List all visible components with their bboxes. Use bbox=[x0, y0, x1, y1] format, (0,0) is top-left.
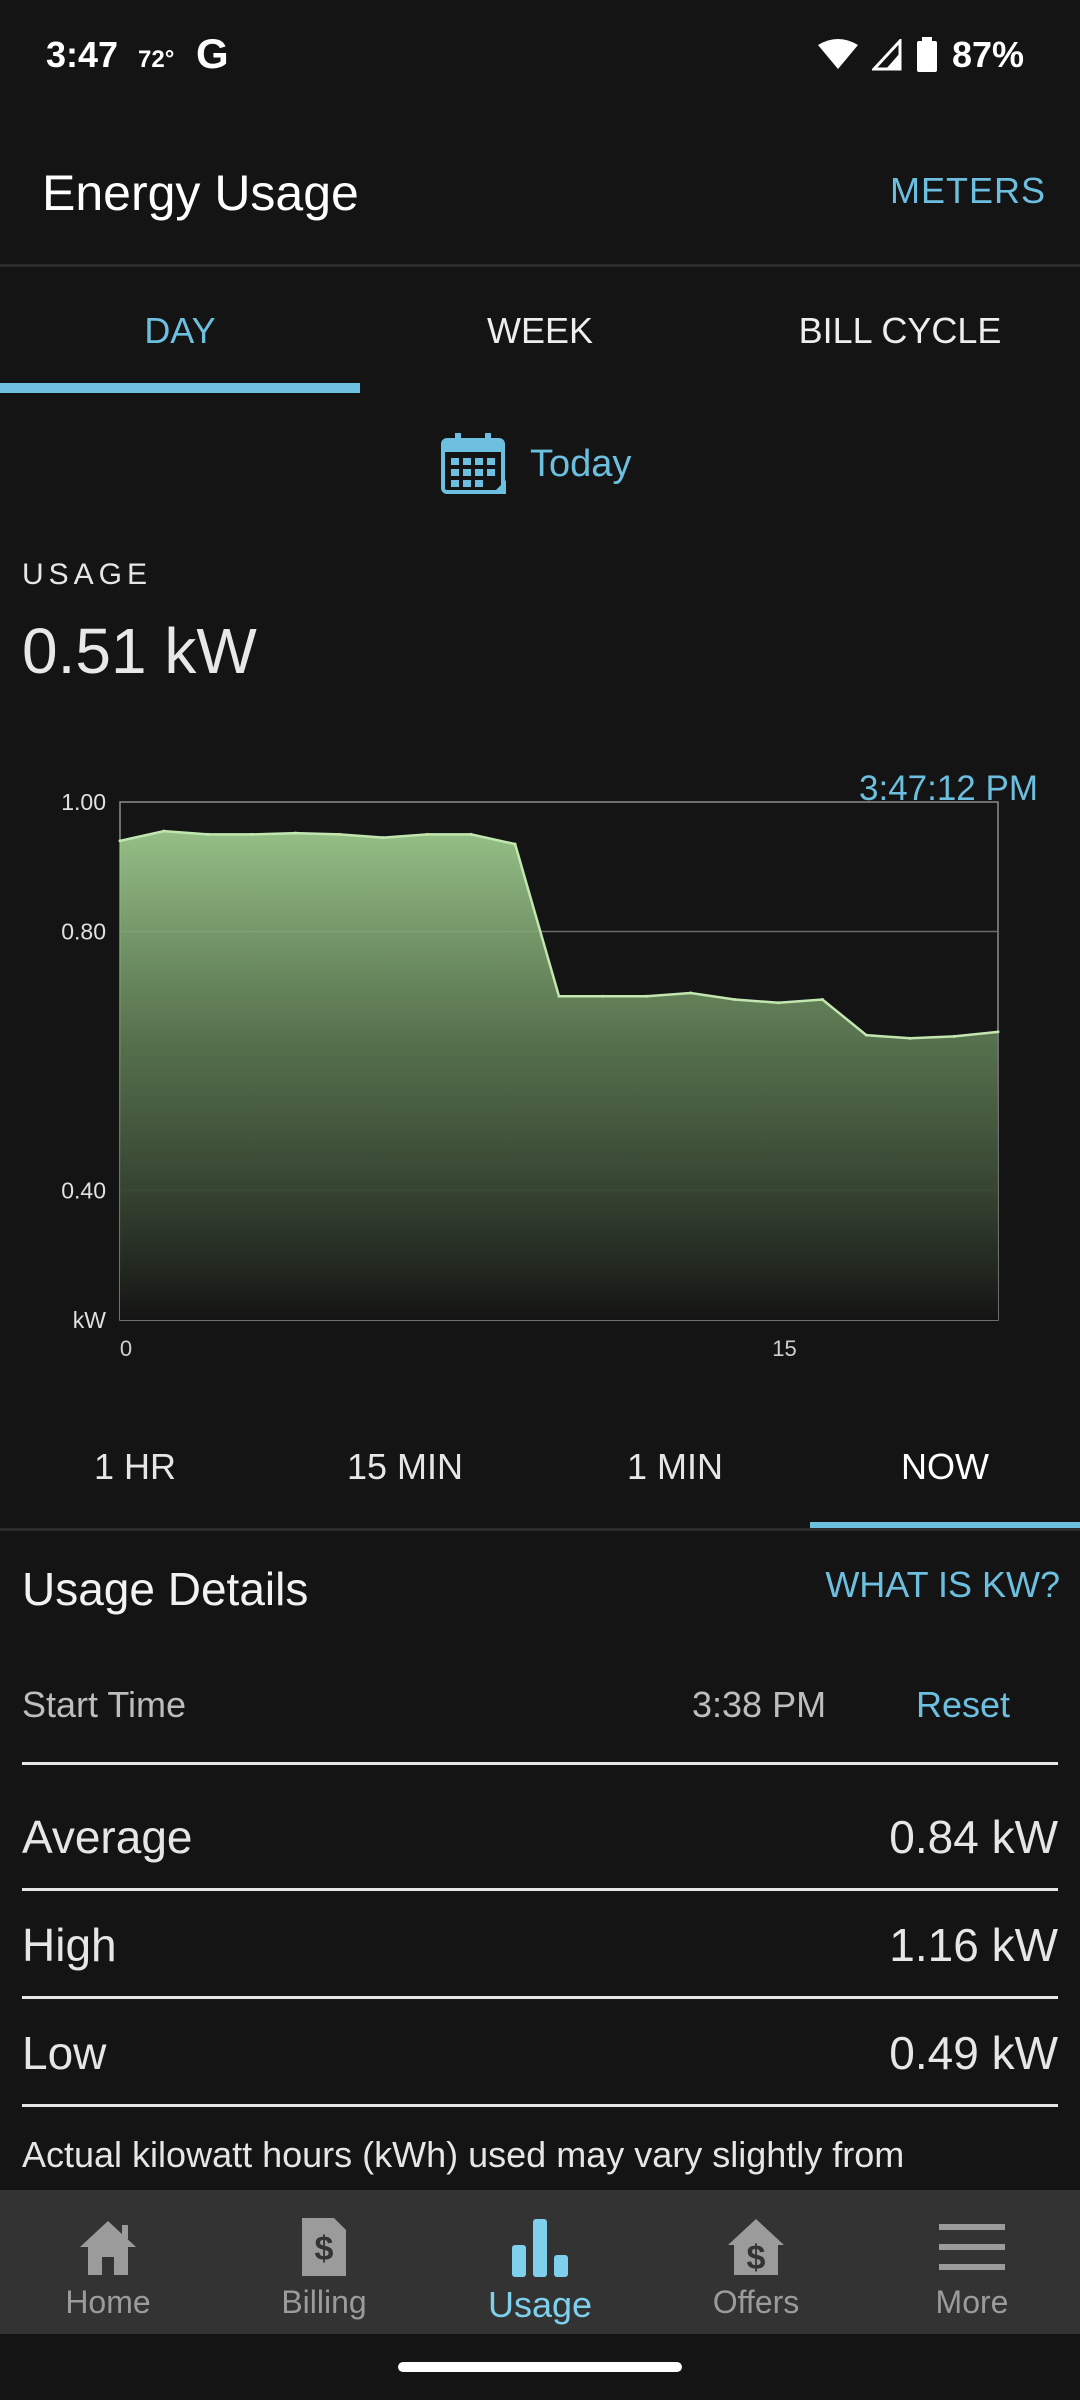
high-value: 1.16 kW bbox=[889, 1919, 1058, 1971]
nav-more-label: More bbox=[935, 2284, 1009, 2320]
usage-point bbox=[601, 994, 605, 998]
usage-point bbox=[820, 997, 824, 1001]
usage-point bbox=[777, 1001, 780, 1005]
cell-signal-icon bbox=[871, 39, 902, 71]
usage-point bbox=[952, 1034, 956, 1038]
google-icon: G bbox=[196, 30, 229, 77]
usage-area bbox=[120, 831, 998, 1320]
details-divider bbox=[22, 1888, 1058, 1891]
svg-text:$: $ bbox=[315, 2230, 334, 2268]
usage-point bbox=[425, 832, 429, 836]
start-time-value: 3:38 PM bbox=[692, 1684, 827, 1725]
details-divider bbox=[22, 1996, 1058, 1999]
usage-point bbox=[557, 994, 561, 998]
what-is-kw-button[interactable]: WHAT IS KW? bbox=[825, 1564, 1060, 1606]
usage-chart: 1.00 0.80 0.40 kW 0 15 3:47:12 PM bbox=[61, 769, 1038, 1360]
menu-icon bbox=[939, 2224, 1005, 2270]
details-divider bbox=[22, 1762, 1058, 1765]
wifi-icon bbox=[817, 39, 858, 69]
y-tick-label: 0.80 bbox=[61, 919, 106, 945]
usage-point bbox=[996, 1030, 1000, 1034]
usage-point bbox=[733, 997, 737, 1001]
battery-icon bbox=[916, 37, 937, 72]
app-bar-divider bbox=[0, 264, 1080, 267]
bar-chart-icon bbox=[512, 2219, 568, 2277]
nav-offers[interactable]: $ Offers bbox=[648, 2190, 864, 2334]
usage-note: Actual kilowatt hours (kWh) used may var… bbox=[22, 2134, 905, 2175]
start-time-label: Start Time bbox=[22, 1684, 187, 1725]
usage-point bbox=[250, 832, 254, 836]
x-tick-label: 0 bbox=[120, 1336, 132, 1360]
x-tick-label: 15 bbox=[772, 1336, 796, 1360]
nav-offers-label: Offers bbox=[712, 2284, 800, 2320]
y-tick-label: 0.40 bbox=[61, 1178, 106, 1204]
usage-point bbox=[118, 839, 122, 843]
details-divider bbox=[22, 2104, 1058, 2107]
average-value: 0.84 kW bbox=[889, 1811, 1058, 1863]
usage-point bbox=[294, 831, 298, 835]
nav-billing-label: Billing bbox=[281, 2284, 367, 2320]
bill-icon: $ bbox=[302, 2218, 346, 2276]
nav-home-label: Home bbox=[65, 2284, 151, 2320]
date-label: Today bbox=[530, 442, 632, 485]
page-title: Energy Usage bbox=[42, 165, 359, 221]
interval-tab-now[interactable]: NOW bbox=[810, 1446, 1080, 1488]
y-axis-label: kW bbox=[73, 1307, 107, 1333]
nav-home[interactable]: Home bbox=[0, 2190, 216, 2334]
high-label: High bbox=[22, 1919, 117, 1971]
usage-details-title: Usage Details bbox=[22, 1563, 309, 1615]
low-label: Low bbox=[22, 2027, 107, 2079]
average-label: Average bbox=[22, 1811, 193, 1863]
usage-point bbox=[338, 832, 341, 836]
svg-text:$: $ bbox=[747, 2239, 766, 2277]
bottom-navigation: Home $ Billing Usage $ Offers More bbox=[0, 2190, 1080, 2334]
tab-bill-cycle[interactable]: BILL CYCLE bbox=[720, 310, 1080, 352]
reset-button[interactable]: Reset bbox=[916, 1684, 1010, 1726]
battery-percentage: 87% bbox=[951, 34, 1024, 75]
tab-week[interactable]: WEEK bbox=[360, 310, 720, 352]
date-picker[interactable]: Today bbox=[440, 432, 631, 496]
home-icon bbox=[80, 2221, 136, 2275]
status-time: 3:47 bbox=[46, 34, 119, 75]
usage-value: 0.51 kW bbox=[22, 615, 257, 687]
nav-more[interactable]: More bbox=[864, 2190, 1080, 2334]
nav-usage-label: Usage bbox=[487, 2284, 593, 2325]
usage-label: USAGE bbox=[22, 558, 153, 591]
gesture-bar bbox=[398, 2362, 682, 2372]
nav-usage[interactable]: Usage bbox=[432, 2190, 648, 2334]
usage-point bbox=[864, 1033, 868, 1037]
usage-point bbox=[908, 1036, 912, 1040]
usage-point bbox=[162, 829, 166, 833]
tab-day[interactable]: DAY bbox=[0, 310, 360, 352]
chart-timestamp: 3:47:12 PM bbox=[859, 769, 1038, 808]
nav-billing[interactable]: $ Billing bbox=[216, 2190, 432, 2334]
usage-point bbox=[381, 836, 385, 840]
usage-point bbox=[645, 994, 649, 998]
tab-active-indicator bbox=[0, 383, 360, 393]
offers-icon: $ bbox=[728, 2219, 784, 2277]
interval-active-indicator bbox=[810, 1522, 1080, 1528]
interval-tab-1-hr[interactable]: 1 HR bbox=[0, 1446, 270, 1488]
interval-tab-1-min[interactable]: 1 MIN bbox=[540, 1446, 810, 1488]
status-icons: 87% bbox=[817, 34, 1024, 76]
usage-point bbox=[513, 842, 517, 846]
meters-button[interactable]: METERS bbox=[890, 170, 1046, 212]
low-value: 0.49 kW bbox=[889, 2027, 1058, 2079]
usage-point bbox=[206, 832, 210, 836]
interval-divider bbox=[0, 1528, 1080, 1531]
interval-tab-15-min[interactable]: 15 MIN bbox=[270, 1446, 540, 1488]
usage-point bbox=[689, 991, 693, 995]
status-temperature: 72° bbox=[138, 46, 175, 73]
calendar-icon bbox=[441, 433, 506, 494]
usage-point bbox=[469, 832, 473, 836]
y-tick-label: 1.00 bbox=[61, 789, 106, 815]
